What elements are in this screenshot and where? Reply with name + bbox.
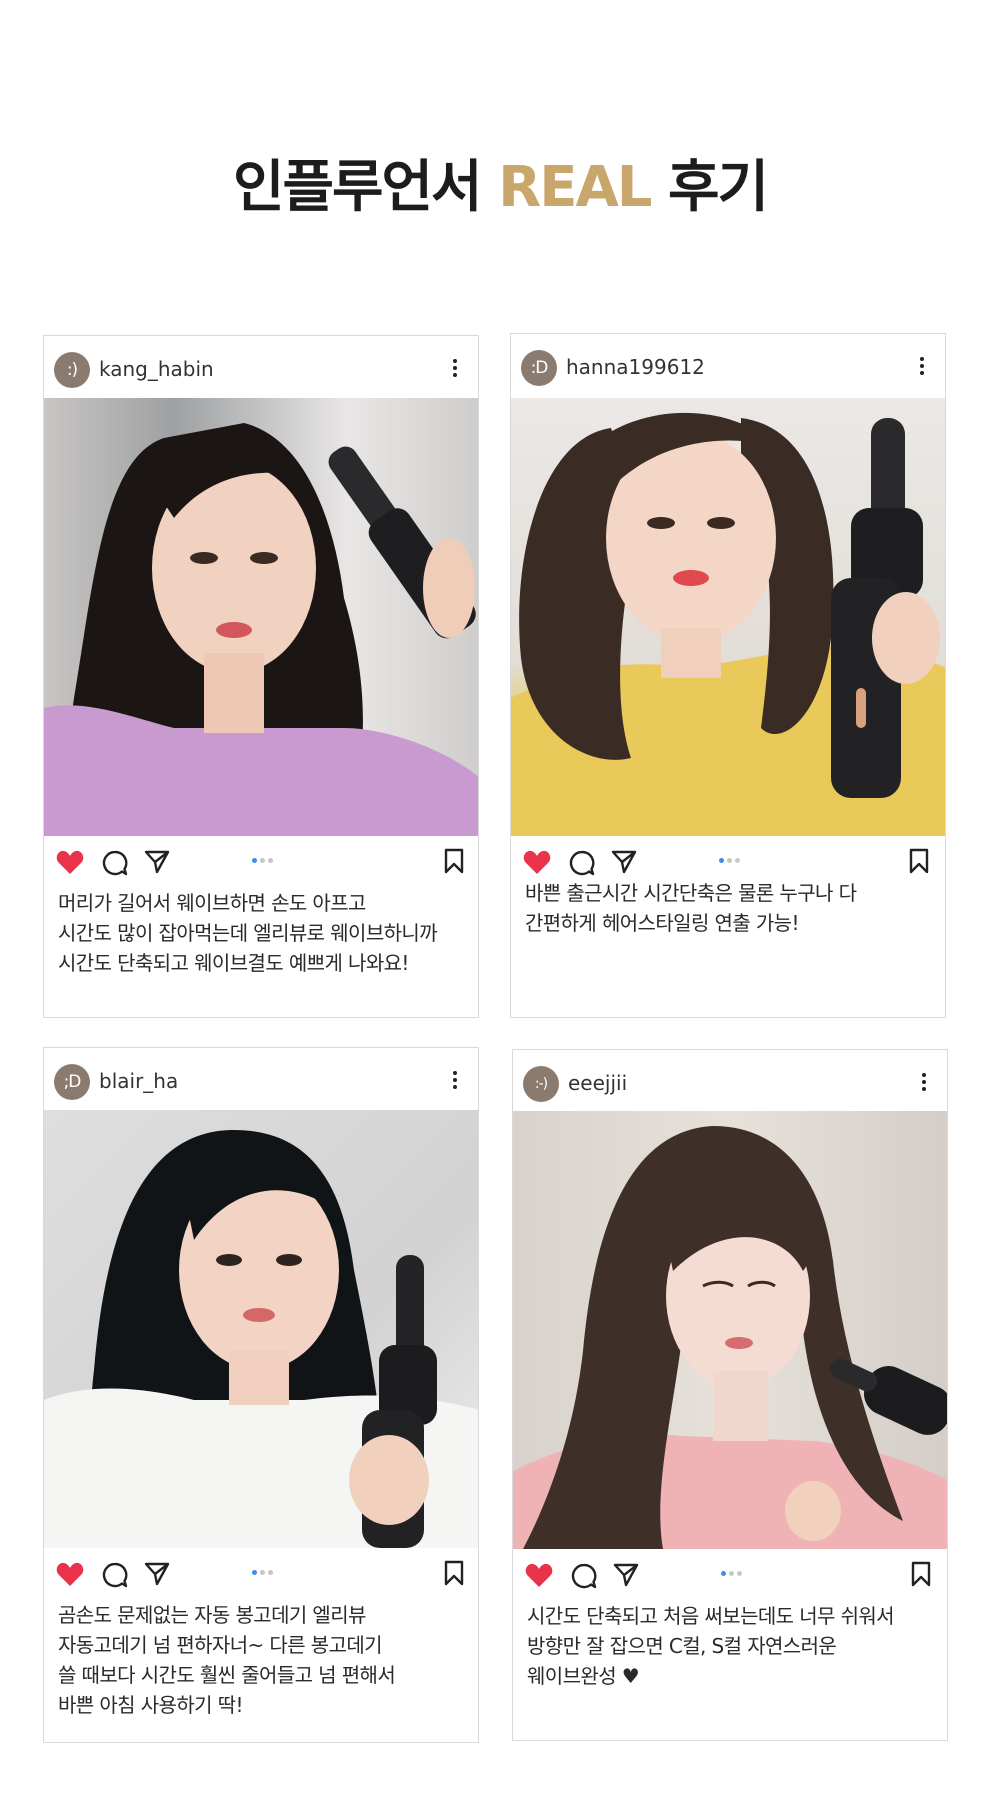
post-photo[interactable] [44, 398, 478, 836]
post-header: :) kang_habin [44, 336, 478, 398]
post-card: :-) eeejjii 시간도 단축되고 처음 써보는데도 너무 쉬워서 방향만… [512, 1049, 948, 1741]
carousel-indicator [252, 858, 276, 864]
post-card: :D hanna199612 바쁜 출근시간 시간단축은 물론 누구나 다 간편… [510, 333, 946, 1018]
post-header: ;D blair_ha [44, 1048, 478, 1110]
action-bar [44, 836, 478, 888]
heart-icon[interactable] [523, 850, 551, 875]
title-accent: REAL [498, 155, 652, 220]
post-caption: 머리가 길어서 웨이브하면 손도 아프고 시간도 많이 잡아먹는데 엘리뷰로 웨… [58, 891, 438, 975]
carousel-indicator [721, 1571, 745, 1577]
post-photo[interactable] [44, 1110, 478, 1548]
comment-icon[interactable] [102, 850, 128, 876]
username[interactable]: eeejjii [568, 1071, 627, 1095]
username[interactable]: hanna199612 [566, 355, 705, 379]
bookmark-icon[interactable] [911, 1561, 931, 1587]
carousel-indicator [719, 858, 743, 864]
post-caption: 시간도 단축되고 처음 써보는데도 너무 쉬워서 방향만 잘 잡으면 C컬, S… [527, 1604, 895, 1688]
username[interactable]: blair_ha [99, 1069, 178, 1093]
share-icon[interactable] [611, 850, 637, 874]
share-icon[interactable] [144, 850, 170, 874]
more-icon[interactable] [452, 359, 458, 381]
post-card: ;D blair_ha 곰손도 문제없는 자동 봉고데기 엘리뷰 자동고데기 넘… [43, 1047, 479, 1743]
post-caption: 곰손도 문제없는 자동 봉고데기 엘리뷰 자동고데기 넘 편하자너~ 다른 봉고… [58, 1603, 396, 1717]
more-icon[interactable] [921, 1073, 927, 1095]
more-icon[interactable] [452, 1071, 458, 1093]
avatar[interactable]: :) [54, 352, 90, 388]
heart-icon[interactable] [56, 1562, 84, 1587]
action-bar [44, 1548, 478, 1600]
post-photo[interactable] [513, 1111, 947, 1549]
comment-icon[interactable] [569, 850, 595, 876]
avatar[interactable]: :-) [523, 1066, 559, 1102]
title-part-1: 인플루언서 [232, 155, 499, 220]
username[interactable]: kang_habin [99, 357, 214, 381]
bookmark-icon[interactable] [444, 1560, 464, 1586]
heart-icon[interactable] [525, 1563, 553, 1588]
action-bar [513, 1549, 947, 1601]
share-icon[interactable] [144, 1562, 170, 1586]
comment-icon[interactable] [102, 1562, 128, 1588]
post-header: :-) eeejjii [513, 1050, 947, 1111]
avatar[interactable]: ;D [54, 1064, 90, 1100]
avatar[interactable]: :D [521, 350, 557, 386]
title-part-2: 후기 [650, 155, 769, 220]
comment-icon[interactable] [571, 1563, 597, 1589]
carousel-indicator [252, 1570, 276, 1576]
page-title: 인플루언서 REAL 후기 [0, 160, 1000, 216]
share-icon[interactable] [613, 1563, 639, 1587]
more-icon[interactable] [919, 357, 925, 379]
post-photo[interactable] [511, 398, 945, 836]
heart-icon[interactable] [56, 850, 84, 875]
post-header: :D hanna199612 [511, 334, 945, 398]
bookmark-icon[interactable] [444, 848, 464, 874]
bookmark-icon[interactable] [909, 848, 929, 874]
post-card: :) kang_habin 머리가 길어서 웨이브하면 손도 아프고 시간도 많… [43, 335, 479, 1018]
action-bar [511, 836, 945, 888]
